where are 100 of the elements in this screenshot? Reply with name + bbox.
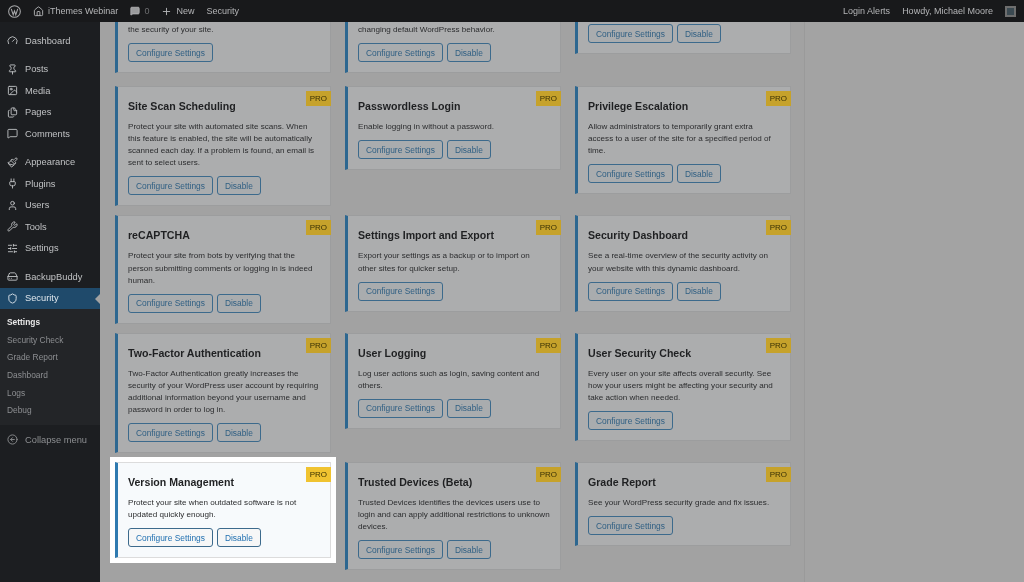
menu-item[interactable]: Comments xyxy=(0,123,100,145)
card-description: Protect your site from bots by verifying that the person submitting comments or logging in is indeed human. xyxy=(128,250,314,287)
pro-badge: PRO xyxy=(535,91,561,107)
shield-icon xyxy=(7,292,18,304)
submenu-item[interactable]: Debug xyxy=(0,401,100,420)
card-title: Settings Import and Export xyxy=(358,229,495,242)
card-title: Passwordless Login xyxy=(358,100,462,113)
disable-button[interactable]: Disable xyxy=(676,164,721,184)
pro-badge: PRO xyxy=(535,220,561,236)
disable-button[interactable]: Disable xyxy=(446,43,491,63)
card-description: Protect your site when outdated software is not updated quickly enough. xyxy=(128,497,298,522)
card-description: See a real-time overview of the security activity on your website with this dynamic dashboard. xyxy=(588,250,769,275)
pro-badge: PRO xyxy=(535,337,561,353)
configure-button[interactable]: Configure Settings xyxy=(358,398,443,418)
card-description: Log user actions such as login, saving content and others. xyxy=(358,367,541,392)
configure-button[interactable]: Configure Settings xyxy=(588,516,673,536)
submenu-item[interactable]: Grade Report xyxy=(0,348,100,367)
configure-button[interactable]: Configure Settings xyxy=(358,281,443,301)
configure-button[interactable]: Configure Settings xyxy=(588,164,673,184)
pro-badge: PRO xyxy=(765,337,791,353)
card-description: Trusted Devices identifies the devices users use to login and can apply additional restrictions to unknown devices. xyxy=(358,497,550,534)
submenu-item[interactable]: Logs xyxy=(0,383,100,402)
menu-item[interactable]: Tools xyxy=(0,216,100,238)
card-description: Allow administrators to temporarily grant extra access to a user of the site for a specified period of time. xyxy=(588,121,772,158)
pro-badge: PRO xyxy=(305,91,331,107)
disable-button[interactable]: Disable xyxy=(216,293,261,313)
plus-icon xyxy=(161,5,173,17)
card-description: Protect your site with automated site scans. When this feature is enabled, the site will be automatically scanned each day. If a problem is found, an email is sent to select users. xyxy=(128,121,316,170)
pro-badge: PRO xyxy=(305,467,331,483)
menu-item[interactable]: BackupBuddy xyxy=(0,266,100,288)
card-description: Export your settings as a backup or to import on other sites for quicker setup. xyxy=(358,250,531,275)
disable-button[interactable]: Disable xyxy=(676,281,721,301)
pro-badge: PRO xyxy=(535,467,561,483)
wrench-icon xyxy=(7,221,18,233)
menu-item[interactable]: Dashboard xyxy=(0,30,100,52)
configure-button[interactable]: Configure Settings xyxy=(358,43,443,63)
configure-button[interactable]: Configure Settings xyxy=(128,43,213,63)
configure-button[interactable]: Configure Settings xyxy=(128,423,213,443)
disable-button[interactable]: Disable xyxy=(446,398,491,418)
user-icon xyxy=(7,199,18,211)
card-description: the security of your site. xyxy=(128,24,215,36)
disable-button[interactable]: Disable xyxy=(446,140,491,160)
configure-button[interactable]: Configure Settings xyxy=(128,293,213,313)
card-title: User Logging xyxy=(358,346,428,359)
disable-button[interactable]: Disable xyxy=(216,528,261,548)
collapse-icon xyxy=(7,434,18,446)
card-title: Version Management xyxy=(128,476,235,489)
card-description: Every user on your site affects overall security. See how your users might be affecting your security and take action when needed. xyxy=(588,367,774,404)
wordpress-logo-icon[interactable] xyxy=(8,4,21,18)
configure-button[interactable]: Configure Settings xyxy=(128,528,213,548)
menu-item[interactable]: Security xyxy=(0,287,100,309)
gauge-icon xyxy=(7,35,18,47)
comments-link[interactable]: 0 xyxy=(130,6,150,16)
card-description: See your WordPress security grade and fix issues. xyxy=(588,497,771,510)
menu-item[interactable]: Plugins xyxy=(0,173,100,195)
menu-item[interactable]: Media xyxy=(0,80,100,102)
menu-item[interactable]: Posts xyxy=(0,58,100,80)
menu-item[interactable]: Pages xyxy=(0,101,100,123)
card-title: Site Scan Scheduling xyxy=(128,100,237,113)
configure-button[interactable]: Configure Settings xyxy=(588,24,673,43)
site-link[interactable]: iThemes Webinar xyxy=(33,5,119,17)
submenu-item[interactable]: Settings xyxy=(0,313,100,331)
configure-button[interactable]: Configure Settings xyxy=(358,140,443,160)
submenu-item[interactable]: Dashboard xyxy=(0,366,100,384)
card-title: User Security Check xyxy=(588,346,693,359)
card-description: Two-Factor Authentication greatly increases the security of your WordPress user account by requiring additional information beyond your username and password in order to log in. xyxy=(128,367,320,417)
menu-item[interactable]: Appearance xyxy=(0,151,100,173)
submenu-item[interactable]: Security Check xyxy=(0,330,100,349)
comment-icon xyxy=(130,6,141,16)
image-icon xyxy=(7,85,18,97)
disable-button[interactable]: Disable xyxy=(446,540,491,560)
pro-badge: PRO xyxy=(765,467,791,483)
pages-icon xyxy=(7,106,18,118)
disable-button[interactable]: Disable xyxy=(216,176,261,196)
pro-badge: PRO xyxy=(305,220,331,236)
pro-badge: PRO xyxy=(765,91,791,107)
disable-button[interactable]: Disable xyxy=(676,24,721,43)
collapse-menu-button[interactable]: Collapse menu xyxy=(0,429,100,451)
account-link[interactable]: Howdy, Michael Moore xyxy=(902,6,993,16)
card-title: Grade Report xyxy=(588,476,657,489)
login-alerts-link[interactable]: Login Alerts xyxy=(843,6,891,16)
plug-icon xyxy=(7,178,18,190)
configure-button[interactable]: Configure Settings xyxy=(358,540,443,560)
sliders-icon xyxy=(7,242,18,254)
configure-button[interactable]: Configure Settings xyxy=(588,411,673,431)
comment-icon xyxy=(7,128,18,140)
menu-item[interactable]: Settings xyxy=(0,237,100,259)
configure-button[interactable]: Configure Settings xyxy=(588,281,673,301)
card-description: Enable logging in without a password. xyxy=(358,121,495,134)
menu-item[interactable]: Users xyxy=(0,194,100,216)
card-description: changing default WordPress behavior. xyxy=(358,24,496,36)
new-link[interactable]: New xyxy=(161,5,195,17)
security-link[interactable]: Security xyxy=(206,6,239,16)
avatar-icon[interactable] xyxy=(1005,5,1016,17)
card-title: Privilege Escalation xyxy=(588,100,690,113)
disable-button[interactable]: Disable xyxy=(216,423,261,443)
configure-button[interactable]: Configure Settings xyxy=(128,176,213,196)
pin-icon xyxy=(7,63,18,75)
card-title: reCAPTCHA xyxy=(128,229,191,242)
home-icon xyxy=(33,5,44,17)
